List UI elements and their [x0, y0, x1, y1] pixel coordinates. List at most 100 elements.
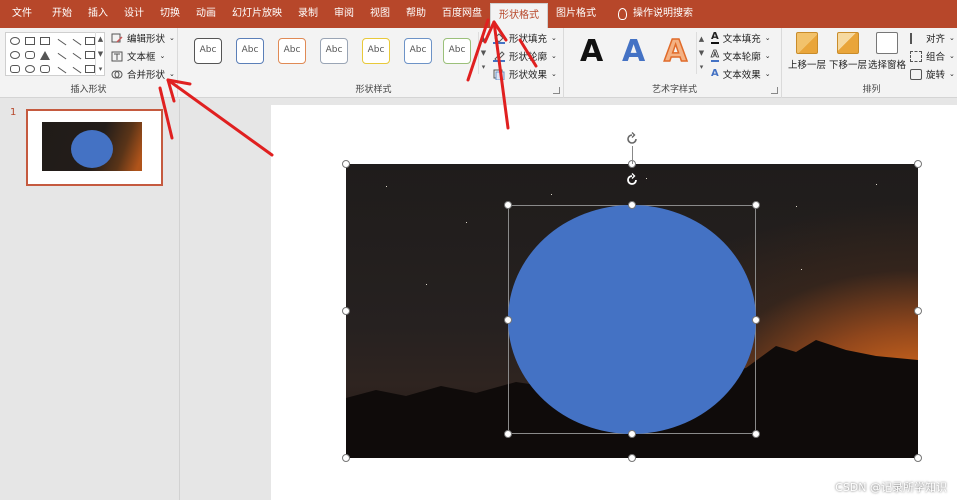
circle-resize-handle[interactable] — [752, 201, 760, 209]
triangle-shape-icon[interactable] — [40, 51, 50, 60]
text-box-button[interactable]: 文本框 ⌄ — [111, 49, 165, 63]
scribble-shape-icon[interactable] — [53, 66, 67, 80]
tab-shape-format[interactable]: 形状格式 — [490, 3, 548, 28]
send-backward-button[interactable]: 下移一层 — [829, 32, 867, 71]
edit-shape-label: 编辑形状 — [127, 34, 166, 45]
group-button[interactable]: 组合 ⌄ — [910, 49, 955, 63]
shape-style-preset[interactable]: Abc — [194, 38, 222, 64]
wordart-preset-blue[interactable]: A — [622, 34, 645, 70]
align-label: 对齐 — [926, 34, 946, 45]
dialog-launcher-icon[interactable] — [553, 87, 560, 94]
edit-shape-button[interactable]: 编辑形状 ⌄ — [111, 31, 175, 45]
align-button[interactable]: 对齐 ⌄ — [910, 31, 955, 45]
align-icon — [910, 32, 922, 44]
tab-insert[interactable]: 插入 — [80, 0, 116, 28]
tab-slideshow[interactable]: 幻灯片放映 — [224, 0, 290, 28]
picture-resize-handle[interactable] — [342, 454, 350, 462]
picture-resize-handle[interactable] — [914, 307, 922, 315]
ribbon: ▲ ▼ ▾ 编辑形状 ⌄ 文本框 ⌄ 合并形状 ⌄ 插入形状 Abc Abc Abc… — [0, 28, 957, 98]
merge-shapes-button[interactable]: 合并形状 ⌄ — [111, 67, 175, 81]
wave-shape-icon[interactable] — [68, 66, 82, 80]
tab-view[interactable]: 视图 — [362, 0, 398, 28]
shape-style-preset[interactable]: Abc — [404, 38, 432, 64]
star-dot — [796, 206, 797, 207]
shape-style-preset[interactable]: Abc — [443, 38, 471, 64]
star-dot — [801, 269, 802, 270]
tab-review[interactable]: 审阅 — [326, 0, 362, 28]
picture-resize-handle[interactable] — [628, 454, 636, 462]
slide-thumbnail[interactable] — [26, 109, 163, 186]
elbow-connector-shape-icon[interactable] — [68, 52, 82, 66]
circle-resize-handle[interactable] — [628, 201, 636, 209]
square-shape-icon[interactable] — [85, 37, 95, 45]
circle-resize-handle[interactable] — [628, 430, 636, 438]
text-outline-button[interactable]: A 文本轮廓 ⌄ — [711, 49, 771, 63]
rotate-icon — [910, 68, 922, 80]
blue-circle-shape[interactable] — [508, 205, 756, 434]
dialog-launcher-icon[interactable] — [771, 87, 778, 94]
curve-shape-icon[interactable] — [40, 65, 50, 73]
tab-home[interactable]: 开始 — [40, 0, 80, 28]
line-shape-icon[interactable] — [53, 38, 67, 52]
chevron-down-icon: ⌄ — [949, 34, 955, 42]
shape-style-preset[interactable]: Abc — [236, 38, 264, 64]
shape-style-preset[interactable]: Abc — [278, 38, 306, 64]
wordart-scroll[interactable]: ▲ ▼ ▾ — [696, 32, 706, 74]
text-fill-button[interactable]: A 文本填充 ⌄ — [711, 31, 771, 45]
circle-shape-icon[interactable] — [10, 51, 20, 59]
picture-resize-handle[interactable] — [914, 160, 922, 168]
shape-effects-icon — [493, 69, 505, 80]
arrow-block-shape-icon[interactable] — [85, 51, 95, 59]
freeform-shape-icon[interactable] — [25, 65, 35, 73]
group-shape-styles: Abc Abc Abc Abc Abc Abc Abc ▲ ▼ ▾ 形状填充 ⌄ 形… — [184, 28, 564, 98]
circle-rotate-handle-icon[interactable] — [625, 173, 639, 187]
wordart-preset-black[interactable]: A — [580, 34, 603, 70]
tab-design[interactable]: 设计 — [116, 0, 152, 28]
shape-fill-button[interactable]: 形状填充 ⌄ — [493, 31, 557, 45]
rounded-rect-shape-icon[interactable] — [25, 51, 35, 59]
chevron-down-icon: ⌄ — [764, 70, 771, 78]
tab-file[interactable]: 文件 — [0, 0, 40, 28]
circle-resize-handle[interactable] — [752, 430, 760, 438]
picture-resize-handle[interactable] — [342, 160, 350, 168]
picture-resize-handle[interactable] — [342, 307, 350, 315]
shapes-gallery[interactable] — [5, 32, 105, 80]
arrow-line-shape-icon[interactable] — [68, 38, 82, 52]
wordart-preset-orange[interactable]: A — [663, 33, 688, 70]
tab-baidu-netdisk[interactable]: 百度网盘 — [434, 0, 490, 28]
connector-shape-icon[interactable] — [53, 52, 67, 66]
tab-picture-format[interactable]: 图片格式 — [548, 0, 604, 28]
rectangle-shape-icon[interactable] — [25, 37, 35, 45]
rotate-button[interactable]: 旋转 ⌄ — [910, 67, 955, 81]
bring-forward-button[interactable]: 上移一层 — [788, 32, 826, 71]
tab-record[interactable]: 录制 — [290, 0, 326, 28]
textbox-shape-icon[interactable] — [40, 37, 50, 45]
shapes-gallery-scroll[interactable]: ▲ ▼ ▾ — [95, 32, 105, 76]
star-dot — [426, 284, 427, 285]
picture-resize-handle[interactable] — [914, 454, 922, 462]
oval-shape-icon[interactable] — [10, 37, 20, 45]
tab-transitions[interactable]: 切换 — [152, 0, 188, 28]
circle-resize-handle[interactable] — [504, 201, 512, 209]
circle-resize-handle[interactable] — [504, 430, 512, 438]
tell-me-search[interactable]: 操作说明搜索 — [604, 0, 693, 28]
down-arrow-shape-icon[interactable] — [10, 65, 20, 73]
text-box-label: 文本框 — [127, 52, 156, 63]
text-effects-button[interactable]: A 文本效果 ⌄ — [711, 67, 771, 82]
circle-resize-handle[interactable] — [752, 316, 760, 324]
shape-style-preset[interactable]: Abc — [362, 38, 390, 64]
more-shapes-icon[interactable] — [85, 65, 95, 73]
group-wordart-styles: A A A ▲ ▼ ▾ A 文本填充 ⌄ A 文本轮廓 ⌄ A 文本效果 ⌄ 艺术字… — [568, 28, 782, 98]
tab-animations[interactable]: 动画 — [188, 0, 224, 28]
group-icon — [910, 50, 922, 62]
circle-resize-handle[interactable] — [504, 316, 512, 324]
selection-pane-button[interactable]: 选择窗格 — [868, 32, 906, 71]
shape-styles-scroll[interactable]: ▲ ▼ ▾ — [478, 32, 488, 74]
picture-rotate-handle-icon[interactable] — [625, 132, 639, 146]
group-label-arrange: 排列 — [862, 85, 881, 95]
shape-outline-button[interactable]: 形状轮廓 ⌄ — [493, 49, 557, 63]
shape-style-preset[interactable]: Abc — [320, 38, 348, 64]
tab-help[interactable]: 帮助 — [398, 0, 434, 28]
chevron-down-icon: ⌄ — [551, 34, 557, 42]
shape-effects-button[interactable]: 形状效果 ⌄ — [493, 67, 557, 81]
